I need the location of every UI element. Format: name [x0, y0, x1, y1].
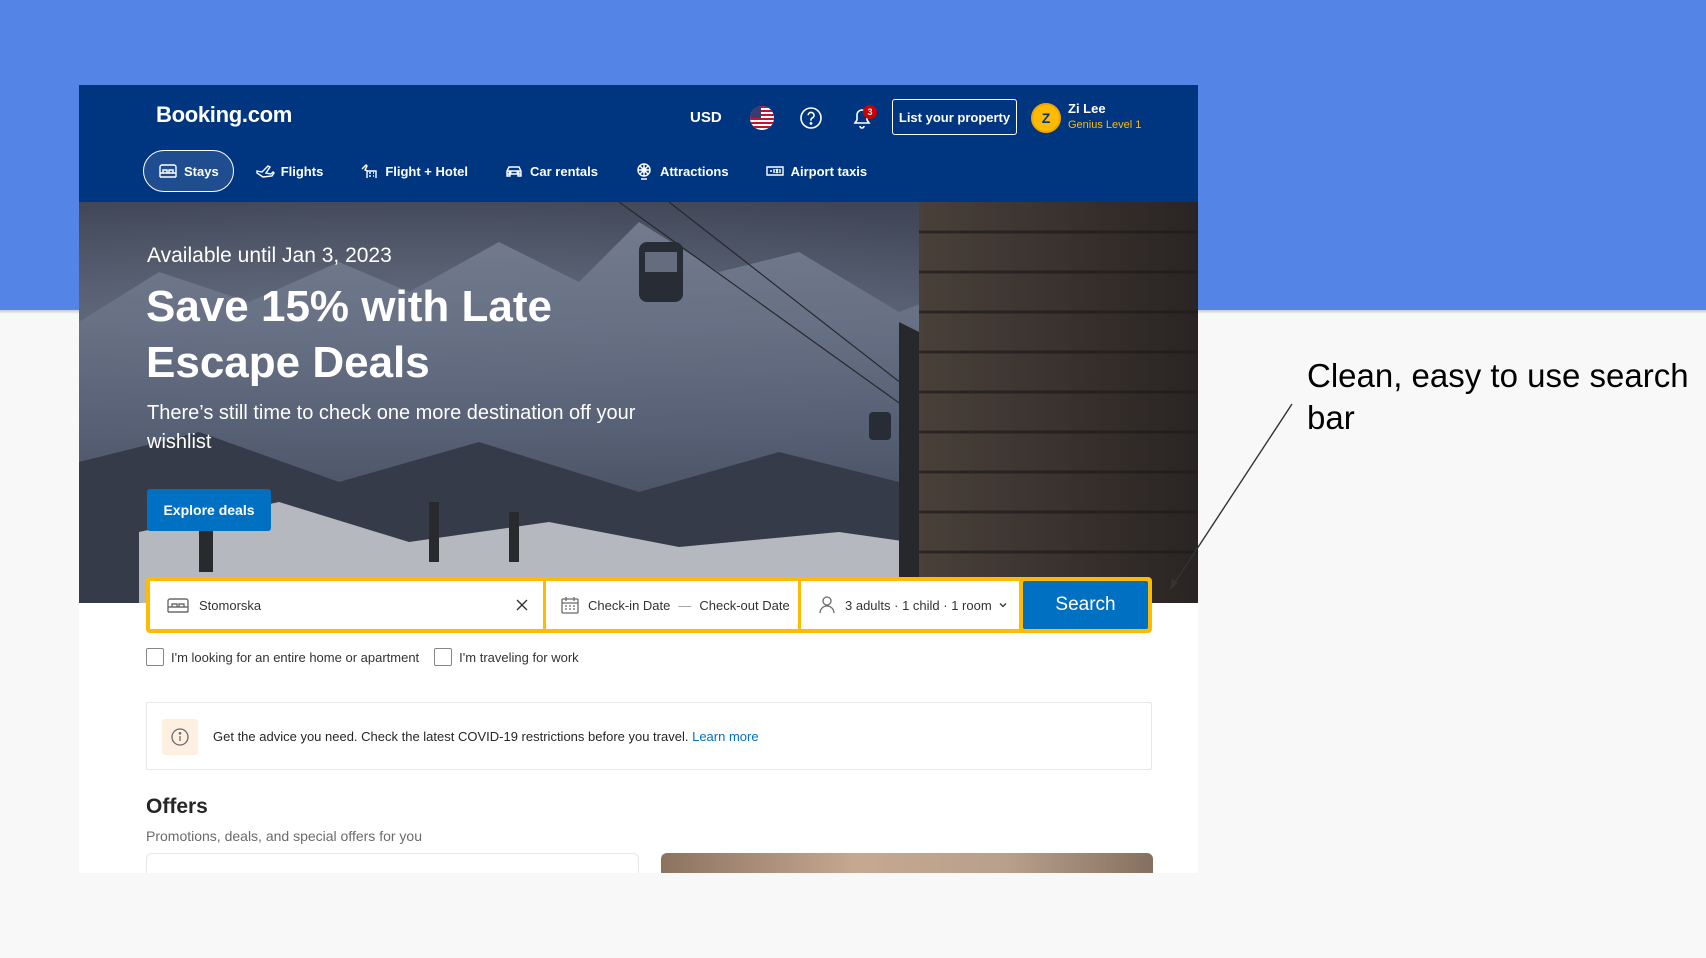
- annotation-text: Clean, easy to use search bar: [1307, 357, 1689, 436]
- annotation-arrow: [1169, 403, 1293, 591]
